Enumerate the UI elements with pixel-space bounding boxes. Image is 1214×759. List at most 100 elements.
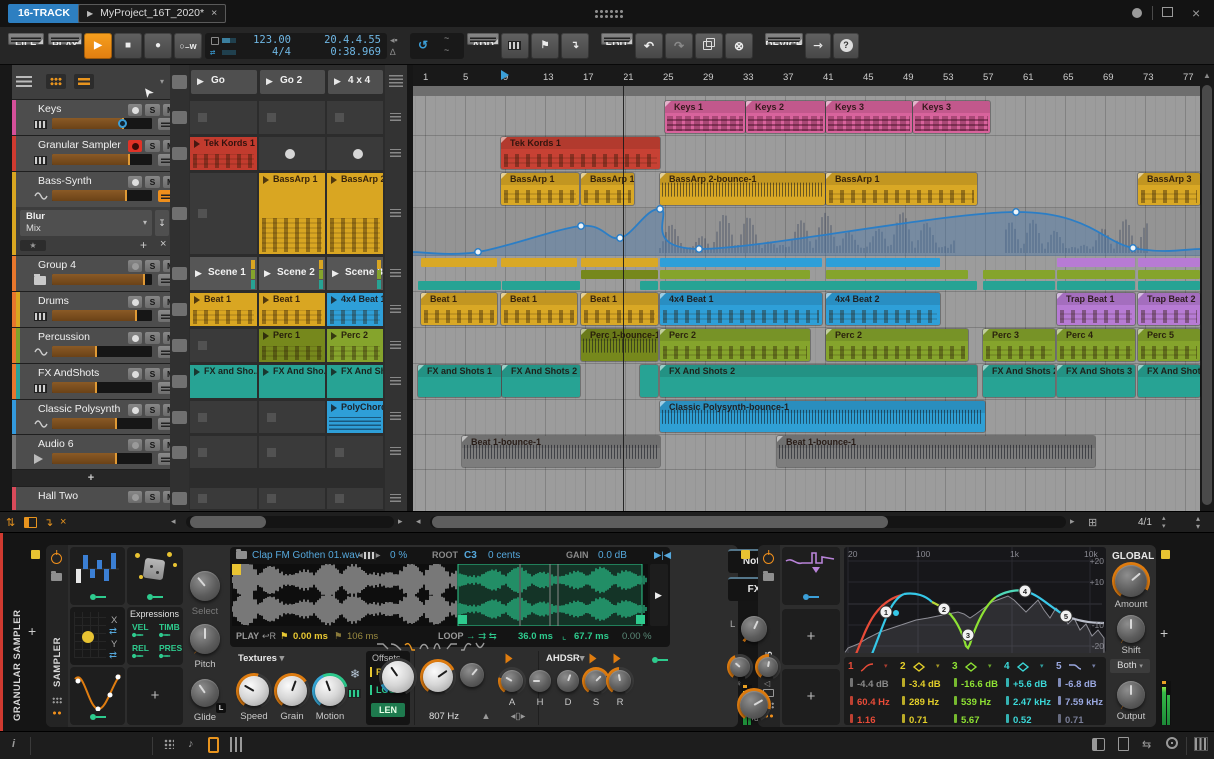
ruler-bar-number[interactable]: 1 — [423, 72, 428, 83]
automation-point[interactable] — [656, 205, 664, 213]
stop-button[interactable]: ■ — [114, 33, 142, 59]
pin-launcher-icon[interactable]: ⇅ — [6, 516, 15, 529]
track-header-group-4[interactable]: Group 4 SM — [12, 256, 170, 291]
track-menu-button[interactable] — [158, 382, 170, 394]
track-menu-button[interactable] — [158, 154, 170, 166]
ruler-bar-number[interactable]: 69 — [1103, 72, 1114, 83]
stop-all-clips-button[interactable] — [172, 75, 187, 89]
track-header-keys[interactable]: Keys SM — [12, 100, 170, 135]
add-effect-track-button[interactable]: ↴ — [561, 33, 589, 59]
eq-band-number[interactable]: 5 — [1056, 661, 1062, 672]
track-header-audio-6[interactable]: Audio 6 SM — [12, 435, 170, 469]
play-start-value[interactable]: 0.00 ms — [293, 631, 328, 642]
filter-shape-icon-7[interactable] — [474, 641, 487, 651]
mute-button[interactable]: M — [163, 260, 170, 272]
empty-clip-slot[interactable] — [190, 173, 257, 254]
arranger-clip[interactable]: FX And Shot — [1138, 365, 1200, 397]
file-button[interactable]: FILE — [8, 33, 44, 45]
group-mini-clip[interactable] — [640, 281, 658, 290]
volume-slider[interactable] — [52, 453, 152, 464]
expression-rel[interactable]: REL — [132, 643, 149, 653]
bounce-tool-icon[interactable]: ⊞ — [1088, 516, 1097, 529]
caret-down-icon[interactable]: ▾ — [936, 662, 940, 670]
track-header-hall-two[interactable]: Hall Two SM — [12, 487, 170, 510]
track-menu-button[interactable] — [158, 453, 170, 465]
xy-y-arrows-icon[interactable]: ⇄ — [109, 650, 117, 661]
track-header-granular-sampler[interactable]: Granular Sampler SM — [12, 136, 170, 171]
track-menu-button[interactable] — [158, 190, 170, 202]
volume-slider[interactable] — [52, 274, 152, 285]
insert-device-button[interactable]: ⇾ — [805, 33, 831, 59]
arranger-clip[interactable]: Keys 3 — [913, 101, 990, 133]
xy-x-arrows-icon[interactable]: ⇄ — [109, 626, 117, 637]
add-device-left-button[interactable]: + — [28, 623, 36, 639]
arranger-clip[interactable]: Perc 2 — [660, 329, 810, 361]
launcher-clip[interactable]: PolyChords — [327, 401, 383, 433]
solo-button[interactable]: S — [145, 104, 160, 116]
group-mini-clip[interactable] — [502, 281, 580, 290]
keytrack-icon[interactable]: ◂ ▸ — [358, 550, 381, 561]
mute-button[interactable]: M — [163, 439, 170, 451]
ruler-bar-number[interactable]: 33 — [743, 72, 754, 83]
position-value[interactable]: 20.4.4.55 — [297, 34, 381, 46]
sampler-device-strip[interactable]: SAMPLER — [46, 545, 68, 727]
automation-param-select[interactable]: Blur Mix ▾ — [20, 210, 152, 236]
track-name[interactable]: Hall Two — [38, 490, 122, 502]
device-power-icon[interactable] — [763, 553, 774, 564]
mod-route-icon[interactable] — [132, 632, 143, 638]
zoom-up-icon[interactable]: ▴ — [1162, 514, 1166, 522]
playhead[interactable] — [623, 70, 624, 511]
arranger-clip[interactable]: Beat 1 — [501, 293, 577, 325]
clip-stop-button[interactable] — [172, 445, 187, 459]
gain-value[interactable]: 0.0 dB — [598, 550, 627, 561]
automation-point[interactable] — [474, 248, 482, 256]
ruler-loop-strip[interactable] — [413, 86, 1200, 96]
ruler-bar-number[interactable]: 77 — [1183, 72, 1194, 83]
scene-options-icon[interactable] — [387, 100, 405, 135]
group-mini-clip[interactable] — [660, 269, 810, 279]
mod-envelope-follower-tile[interactable] — [782, 547, 840, 605]
record-clip-slot[interactable] — [259, 137, 325, 170]
group-mini-clip[interactable] — [1138, 281, 1200, 290]
eq-band-value[interactable]: 1.16 — [857, 715, 876, 726]
group-scene-slot[interactable]: ▶ Scene 3 — [327, 257, 383, 290]
browser-panel-icon[interactable] — [1092, 738, 1105, 751]
scene-options-icon[interactable] — [387, 364, 405, 399]
arranger-clip[interactable]: Trap Beat 2 — [1138, 293, 1200, 325]
record-clip-slot[interactable] — [327, 137, 383, 170]
filter-freq-knob[interactable] — [379, 658, 417, 696]
ruler-bar-number[interactable]: 53 — [943, 72, 954, 83]
clip-stop-button[interactable] — [172, 207, 187, 220]
arranger-clip[interactable]: FX And Shots 2 — [660, 365, 977, 397]
eq-band-number[interactable]: 4 — [1004, 661, 1010, 672]
launcher-clip[interactable]: Beat 1 — [259, 293, 325, 326]
device-preset-icon[interactable] — [763, 571, 774, 581]
automation-favorite-button[interactable]: ★ — [20, 240, 46, 251]
vscroll-thumb[interactable] — [1202, 85, 1212, 505]
scene-play-icon[interactable]: ▶ — [332, 268, 339, 279]
launcher-clip[interactable]: Perc 2 — [327, 329, 383, 362]
solo-button[interactable]: S — [145, 176, 160, 188]
device-power-icon[interactable] — [51, 553, 62, 564]
device-panel-button[interactable]: DEVICE — [765, 33, 803, 45]
root-cents-value[interactable]: 0 cents — [488, 550, 520, 561]
track-menu-button[interactable] — [158, 118, 170, 130]
empty-clip-slot[interactable] — [327, 488, 383, 509]
env-a-knob[interactable] — [498, 667, 526, 695]
grain-knob[interactable] — [274, 673, 310, 709]
eq-band-value[interactable]: 289 Hz — [909, 697, 939, 708]
ruler-bar-number[interactable]: 5 — [463, 72, 468, 83]
env-title[interactable]: AHDSR▾ — [546, 653, 585, 664]
clip-stop-button[interactable] — [172, 303, 187, 316]
track-menu-button[interactable] — [158, 274, 170, 286]
track-name[interactable]: Classic Polysynth — [38, 403, 122, 415]
track-name[interactable]: FX AndShots — [38, 367, 122, 379]
arm-button[interactable] — [128, 176, 142, 188]
arm-button[interactable] — [128, 296, 142, 308]
group-mini-clip[interactable] — [983, 269, 1055, 279]
empty-clip-slot[interactable] — [190, 329, 257, 362]
mapping-icon[interactable] — [1166, 737, 1178, 749]
sample-waveform[interactable] — [232, 564, 648, 626]
group-mini-clip[interactable] — [1057, 269, 1135, 279]
arranger-clip[interactable]: Beat 1-bounce-1 — [777, 436, 1095, 467]
